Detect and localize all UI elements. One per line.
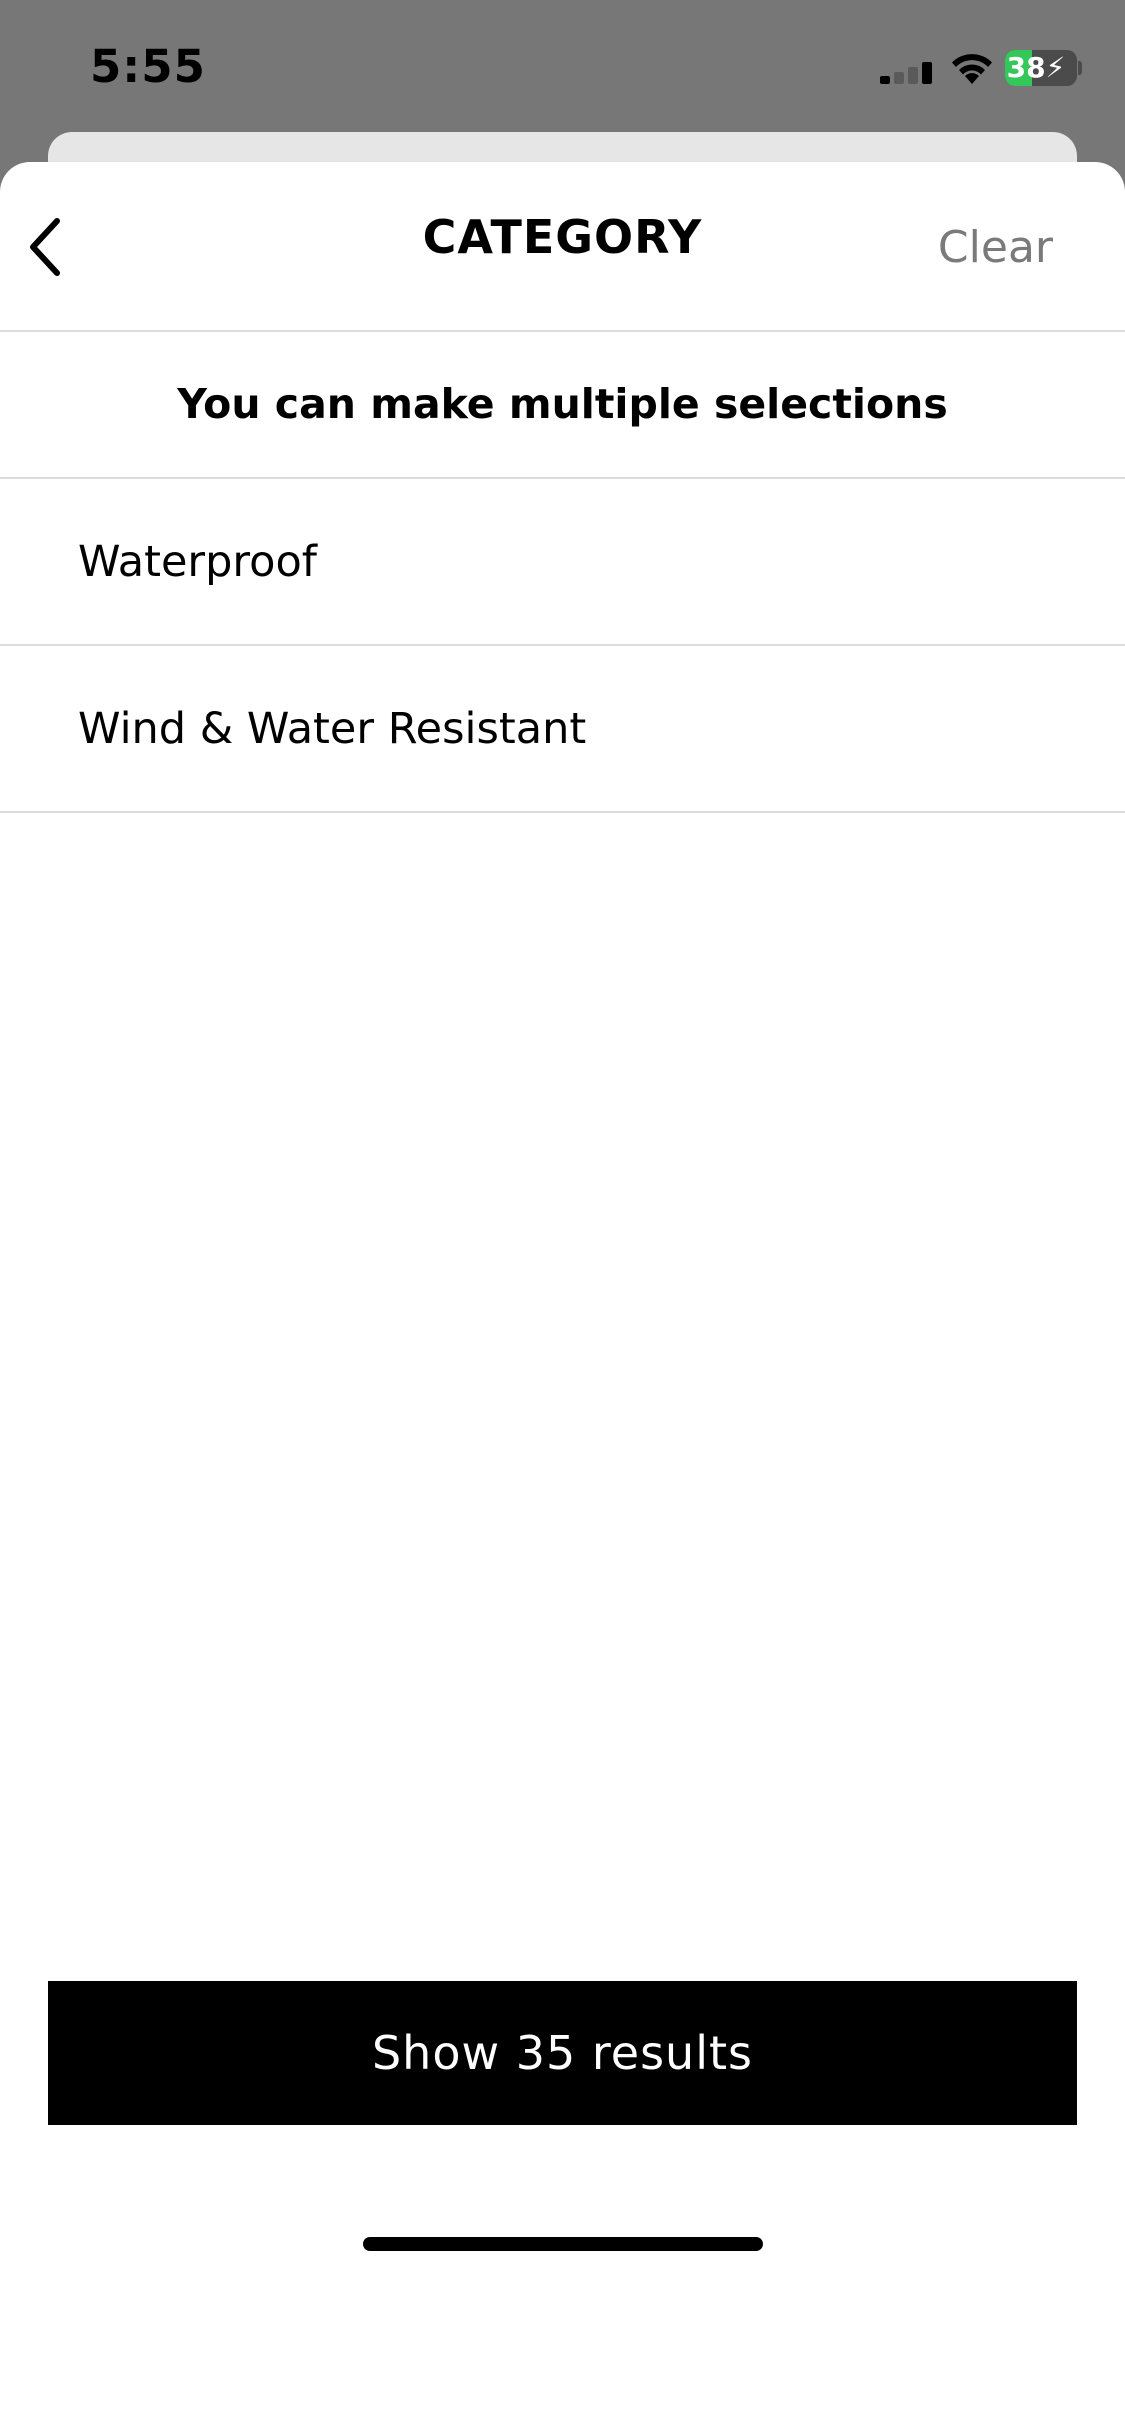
selection-hint: You can make multiple selections: [0, 332, 1125, 479]
cellular-signal-icon: [880, 60, 934, 84]
option-wind-water-resistant[interactable]: Wind & Water Resistant: [0, 646, 1125, 813]
option-waterproof[interactable]: Waterproof: [0, 479, 1125, 646]
home-indicator: [363, 2237, 763, 2251]
wifi-icon: [948, 48, 996, 86]
status-time: 5:55: [90, 40, 206, 93]
status-bar: 5:55 38⚡: [0, 0, 1125, 135]
battery-nub: [1078, 61, 1082, 75]
option-label: Wind & Water Resistant: [78, 703, 587, 754]
clear-button[interactable]: Clear: [938, 222, 1053, 273]
battery-charging-icon: 38⚡: [1005, 50, 1077, 86]
sheet-header: CATEGORY Clear: [0, 162, 1125, 332]
show-results-button[interactable]: Show 35 results: [48, 1981, 1077, 2125]
battery-level: 38⚡: [1006, 51, 1066, 84]
option-label: Waterproof: [78, 536, 317, 587]
